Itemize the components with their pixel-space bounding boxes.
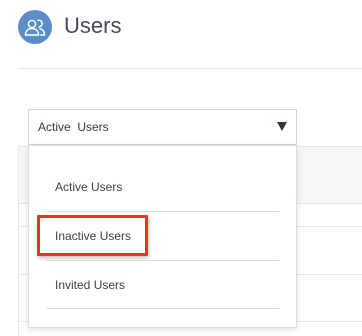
option-invited-users[interactable]: Invited Users — [29, 260, 296, 308]
option-active-users[interactable]: Active Users — [29, 162, 296, 210]
option-label: Inactive Users — [55, 229, 132, 243]
header-divider — [18, 68, 362, 69]
user-status-select[interactable]: Active Users — [28, 109, 297, 145]
user-status-dropdown: Active Users Inactive Users Invited User… — [28, 145, 297, 328]
users-page: Users Active Users Active Users Inactive… — [0, 0, 362, 336]
users-icon — [18, 10, 52, 44]
option-label: Invited Users — [55, 278, 126, 292]
select-value: Active Users — [38, 120, 109, 134]
menu-separator — [46, 308, 279, 309]
option-inactive-users[interactable]: Inactive Users — [29, 212, 296, 260]
page-title: Users — [64, 13, 122, 38]
triangle-down-icon[interactable] — [277, 122, 287, 131]
option-label: Active Users — [55, 180, 123, 194]
